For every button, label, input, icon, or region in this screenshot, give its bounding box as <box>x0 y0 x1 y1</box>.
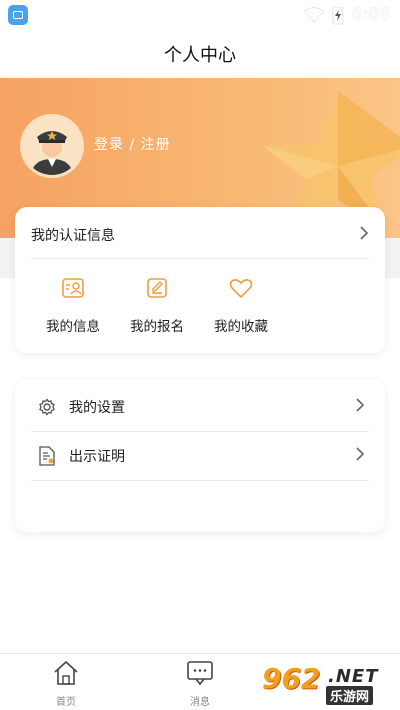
tab-home[interactable]: 首页 <box>31 660 101 708</box>
edit-icon <box>145 273 169 303</box>
avatar[interactable] <box>20 114 84 178</box>
battery-charging-icon <box>332 5 344 25</box>
divider <box>31 258 369 259</box>
watermark-subtitle: 乐游网 <box>326 686 374 705</box>
auth-info-title: 我的认证信息 <box>31 228 115 244</box>
home-icon <box>52 660 80 690</box>
chevron-right-icon <box>359 226 369 244</box>
menu-item-settings[interactable]: 我的设置 <box>37 395 365 419</box>
message-icon <box>186 660 214 690</box>
auth-info-row[interactable]: 我的认证信息 <box>31 224 369 246</box>
status-indicators: 6:06 <box>303 4 390 26</box>
wifi-icon <box>303 7 324 23</box>
quick-my-favorites[interactable]: 我的收藏 <box>201 273 281 335</box>
page-title: 个人中心 <box>164 45 236 66</box>
menu-label: 出示证明 <box>69 449 125 465</box>
watermark-suffix: .NET <box>328 666 379 687</box>
status-bar: 6:06 <box>0 0 400 30</box>
document-icon <box>37 446 57 466</box>
app-notification-icon <box>8 5 28 25</box>
quick-label: 我的信息 <box>46 319 100 335</box>
auth-info-card: 我的认证信息 我的信息 我的报名 我的收藏 <box>15 207 385 353</box>
menu-card: 我的设置 出示证明 <box>15 380 385 532</box>
site-watermark: 962 .NET 乐游网 <box>256 662 396 706</box>
gear-icon <box>37 398 57 416</box>
login-register-link[interactable]: 登录 / 注册 <box>94 134 171 154</box>
title-bar: 个人中心 <box>0 30 400 78</box>
tab-label: 首页 <box>56 697 76 708</box>
status-time: 6:06 <box>351 5 390 25</box>
chevron-right-icon <box>355 398 365 416</box>
divider <box>31 480 369 481</box>
police-avatar-icon <box>23 117 81 175</box>
watermark-number: 962 <box>262 662 321 695</box>
quick-my-info[interactable]: 我的信息 <box>33 273 113 335</box>
divider <box>31 431 369 432</box>
id-card-icon <box>61 273 85 303</box>
heart-icon <box>229 273 253 303</box>
tab-messages[interactable]: 消息 <box>165 660 235 708</box>
quick-label: 我的收藏 <box>214 319 268 335</box>
chevron-right-icon <box>355 447 365 465</box>
tab-label: 消息 <box>190 697 210 708</box>
menu-label: 我的设置 <box>69 400 125 416</box>
quick-label: 我的报名 <box>130 319 184 335</box>
quick-my-registration[interactable]: 我的报名 <box>117 273 197 335</box>
menu-item-show-certificate[interactable]: 出示证明 <box>37 444 365 468</box>
